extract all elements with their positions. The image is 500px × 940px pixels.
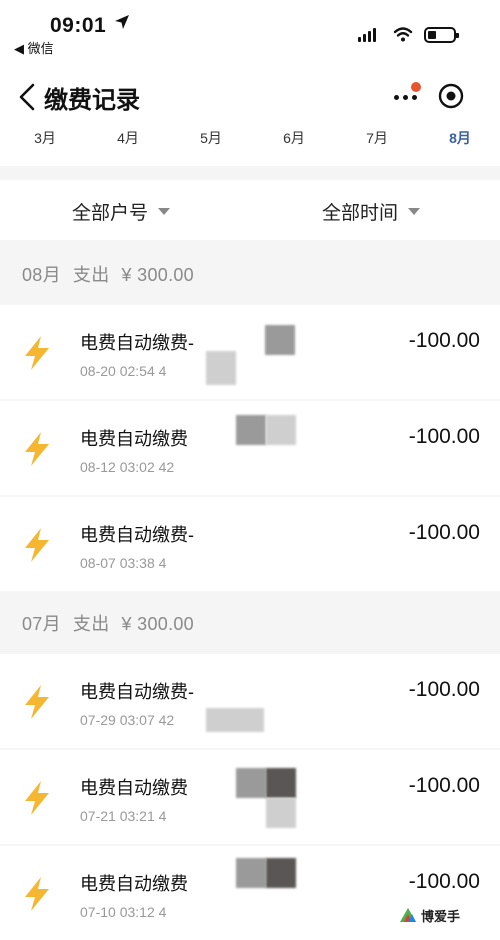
record-time: 07-10 03:12 4 [80, 904, 167, 920]
lightning-icon [25, 528, 49, 562]
location-arrow-icon [115, 15, 129, 29]
record-amount: -100.00 [408, 425, 480, 448]
tab-month-8[interactable]: 8月 [440, 128, 480, 148]
tab-month-5[interactable]: 5月 [191, 128, 231, 148]
status-bar: 09:01 ◀ 微信 [0, 0, 500, 62]
time-filter-dropdown[interactable]: 全部时间 [322, 198, 421, 225]
record-name: 电费自动缴费 [80, 429, 188, 449]
status-time: 09:01 [50, 14, 107, 37]
account-filter-dropdown[interactable]: 全部户号 [72, 198, 171, 225]
redaction-mark [266, 858, 296, 888]
group-header-07: 07月 支出 ¥ 300.00 [22, 610, 206, 636]
group-type: 支出 [72, 614, 110, 634]
group-type: 支出 [72, 265, 110, 285]
group-header-08: 08月 支出 ¥ 300.00 [22, 261, 206, 287]
record-amount: -100.00 [408, 870, 480, 893]
watermark-text: 博爱手 [421, 908, 461, 924]
record-row[interactable]: 电费自动缴费 07-21 03:21 4 -100.00 [0, 750, 500, 844]
back-to-wechat-link[interactable]: ◀ 微信 [14, 38, 54, 57]
nav-bar: 缴费记录 3月 4月 5月 6月 7月 8月 [0, 62, 500, 166]
redaction-mark [206, 708, 264, 732]
caret-down-icon [158, 208, 171, 215]
redaction-mark [265, 325, 295, 355]
watermark-logo-icon [400, 908, 416, 922]
record-row[interactable]: 电费自动缴费- 07-29 03:07 42 -100.00 [0, 654, 500, 748]
month-tabs: 3月 4月 5月 6月 7月 8月 [0, 128, 500, 158]
cellular-signal-icon [358, 28, 376, 42]
record-time: 08-12 03:02 42 [80, 459, 175, 475]
back-arrow-icon[interactable] [16, 82, 40, 112]
record-name: 电费自动缴费- [80, 525, 194, 545]
battery-icon [424, 27, 459, 43]
record-name: 电费自动缴费- [80, 682, 194, 702]
account-filter-label: 全部户号 [72, 203, 149, 224]
time-filter-label: 全部时间 [322, 203, 399, 224]
tab-month-7[interactable]: 7月 [357, 128, 397, 148]
group-month: 08月 [22, 265, 61, 285]
record-amount: -100.00 [408, 329, 480, 352]
redaction-mark [206, 351, 236, 385]
redaction-mark [266, 798, 296, 828]
record-time: 08-07 03:38 4 [80, 555, 167, 571]
lightning-icon [25, 432, 49, 466]
lightning-icon [25, 336, 49, 370]
group-total: ¥ 300.00 [121, 614, 194, 634]
close-miniprogram-icon[interactable] [437, 82, 465, 110]
record-row[interactable]: 电费自动缴费 08-12 03:02 42 -100.00 [0, 401, 500, 495]
notification-dot [411, 82, 421, 92]
wifi-icon [393, 27, 413, 42]
more-menu-button[interactable] [392, 82, 422, 110]
redaction-mark [236, 768, 266, 798]
record-name: 电费自动缴费- [80, 333, 194, 353]
lightning-icon [25, 877, 49, 911]
redaction-mark [236, 415, 266, 445]
watermark: 博爱手 [398, 904, 484, 926]
filter-bar: 全部户号 全部时间 [0, 180, 500, 240]
tab-month-3[interactable]: 3月 [25, 128, 65, 148]
caret-down-icon [408, 208, 421, 215]
record-time: 08-20 02:54 4 [80, 363, 167, 379]
group-total: ¥ 300.00 [121, 265, 194, 285]
page-title: 缴费记录 [44, 87, 140, 114]
group-month: 07月 [22, 614, 61, 634]
lightning-icon [25, 781, 49, 815]
record-amount: -100.00 [408, 521, 480, 544]
record-row[interactable]: 电费自动缴费- 08-07 03:38 4 -100.00 [0, 497, 500, 591]
tab-month-6[interactable]: 6月 [274, 128, 314, 148]
record-name: 电费自动缴费 [80, 778, 188, 798]
record-amount: -100.00 [408, 678, 480, 701]
record-time: 07-21 03:21 4 [80, 808, 167, 824]
record-amount: -100.00 [408, 774, 480, 797]
record-name: 电费自动缴费 [80, 874, 188, 894]
record-row[interactable]: 电费自动缴费- 08-20 02:54 4 -100.00 [0, 305, 500, 399]
record-time: 07-29 03:07 42 [80, 712, 175, 728]
redaction-mark [266, 415, 296, 445]
tab-month-4[interactable]: 4月 [108, 128, 148, 148]
lightning-icon [25, 685, 49, 719]
redaction-mark [236, 858, 266, 888]
redaction-mark [266, 768, 296, 798]
